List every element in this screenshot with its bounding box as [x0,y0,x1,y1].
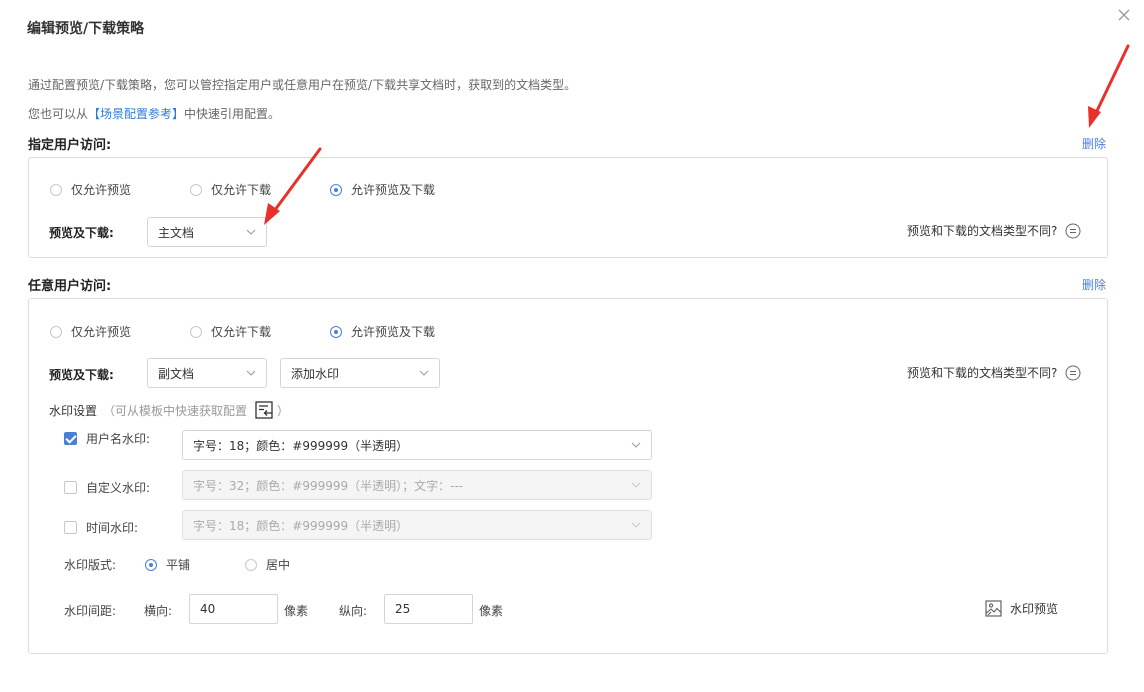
chevron-down-icon [631,522,641,528]
vertical-label: 纵向: [339,604,368,618]
radio-preview-and-download[interactable]: 允许预览及下载 [330,323,435,340]
username-watermark-select[interactable]: 字号：18；颜色：#999999（半透明） [182,430,652,460]
any-user-title: 任意用户访问: [28,279,112,294]
type-difference-hint[interactable]: 预览和下载的文档类型不同? [907,222,1081,239]
watermark-row-username: 用户名水印: [64,430,183,447]
any-user-panel: 仅允许预览 仅允许下载 允许预览及下载 预览及下载: 副文档 添加水印 预览和下… [28,298,1108,654]
time-watermark-checkbox[interactable] [64,521,77,534]
document-type-select[interactable]: 副文档 [147,358,267,388]
select-value: 添加水印 [291,366,340,381]
chevron-down-icon [631,482,641,488]
close-icon[interactable] [1113,4,1135,26]
radio-preview-only[interactable]: 仅允许预览 [50,323,190,340]
watermark-label: 时间水印: [86,521,139,535]
watermark-template-hint: （可从模板中快速获取配置 [103,403,248,418]
type-difference-hint[interactable]: 预览和下载的文档类型不同? [907,364,1081,381]
radio-label: 允许预览及下载 [351,183,436,197]
expand-circle-icon[interactable] [1065,223,1081,239]
select-value: 字号：32；颜色：#999999（半透明）；文字：--- [193,478,464,493]
select-value: 主文档 [158,225,195,240]
radio-layout-tile[interactable]: 平铺 [145,556,245,573]
expand-circle-icon[interactable] [1065,365,1081,381]
annotation-arrow-delete [1088,44,1130,128]
radio-label: 仅允许下载 [211,183,272,197]
dialog-title: 编辑预览/下载策略 [27,21,145,37]
watermark-spacing-label: 水印间距: [64,604,117,618]
reference-suffix: 中快速引用配置。 [184,107,281,121]
watermark-row-custom: 自定义水印: [64,479,150,496]
vertical-spacing-input[interactable]: 25 [384,594,473,624]
dialog-description: 通过配置预览/下载策略，您可以管控指定用户或任意用户在预览/下载共享文档时，获取… [28,78,577,92]
chevron-down-icon [246,229,256,235]
radio-label: 允许预览及下载 [351,325,436,339]
reference-prefix: 您也可以从 [28,107,89,121]
radio-preview-and-download[interactable]: 允许预览及下载 [330,181,435,198]
watermark-option-select[interactable]: 添加水印 [280,358,440,388]
specified-user-panel: 仅允许预览 仅允许下载 允许预览及下载 预览及下载: 主文档 预览和下载的文档类… [28,157,1108,258]
document-type-select[interactable]: 主文档 [147,217,267,247]
select-value: 副文档 [158,366,195,381]
radio-preview-only[interactable]: 仅允许预览 [50,181,190,198]
radio-label: 居中 [266,558,291,572]
watermark-layout-radio-group: 平铺 居中 [145,556,290,573]
specified-user-delete-button[interactable]: 删除 [1082,135,1106,152]
chevron-down-icon [419,370,429,376]
watermark-settings-label: 水印设置 [49,403,98,418]
watermark-settings-header: 水印设置 （可从模板中快速获取配置 ） [49,401,289,419]
watermark-row-time: 时间水印: [64,519,138,536]
username-watermark-checkbox[interactable] [64,432,77,445]
template-import-icon[interactable] [255,401,275,419]
watermark-layout-label: 水印版式: [64,558,117,572]
watermark-template-hint-close: ） [277,403,290,418]
preview-download-label: 预览及下载: [49,226,114,240]
radio-label: 仅允许预览 [71,183,132,197]
watermark-preview-button[interactable]: 水印预览 [985,600,1058,617]
horizontal-spacing-input[interactable]: 40 [189,594,278,624]
dialog-description-reference: 您也可以从【场景配置参考】中快速引用配置。 [28,105,280,122]
chevron-down-icon [631,442,641,448]
image-preview-icon [985,600,1002,617]
radio-download-only[interactable]: 仅允许下载 [190,181,330,198]
specified-user-title: 指定用户访问: [28,138,112,153]
any-user-radio-group: 仅允许预览 仅允许下载 允许预览及下载 [50,323,435,340]
unit-label: 像素 [479,604,504,618]
any-user-delete-button[interactable]: 删除 [1082,276,1106,293]
time-watermark-select: 字号：18；颜色：#999999（半透明） [182,510,652,540]
unit-label: 像素 [284,604,309,618]
chevron-down-icon [246,370,256,376]
hint-text: 预览和下载的文档类型不同? [907,366,1058,380]
hint-text: 预览和下载的文档类型不同? [907,224,1058,238]
preview-download-label: 预览及下载: [49,368,114,382]
watermark-label: 用户名水印: [86,432,151,446]
radio-label: 平铺 [166,558,191,572]
horizontal-label: 横向: [144,604,173,618]
radio-download-only[interactable]: 仅允许下载 [190,323,330,340]
select-value: 字号：18；颜色：#999999（半透明） [193,518,409,533]
custom-watermark-select: 字号：32；颜色：#999999（半透明）；文字：--- [182,470,652,500]
watermark-preview-label: 水印预览 [1010,602,1059,616]
select-value: 字号：18；颜色：#999999（半透明） [193,438,409,453]
radio-layout-center[interactable]: 居中 [245,556,290,573]
watermark-label: 自定义水印: [86,481,151,495]
custom-watermark-checkbox[interactable] [64,481,77,494]
scene-config-reference-link[interactable]: 【场景配置参考】 [88,107,184,121]
radio-label: 仅允许下载 [211,325,272,339]
radio-label: 仅允许预览 [71,325,132,339]
specified-user-radio-group: 仅允许预览 仅允许下载 允许预览及下载 [50,181,435,198]
